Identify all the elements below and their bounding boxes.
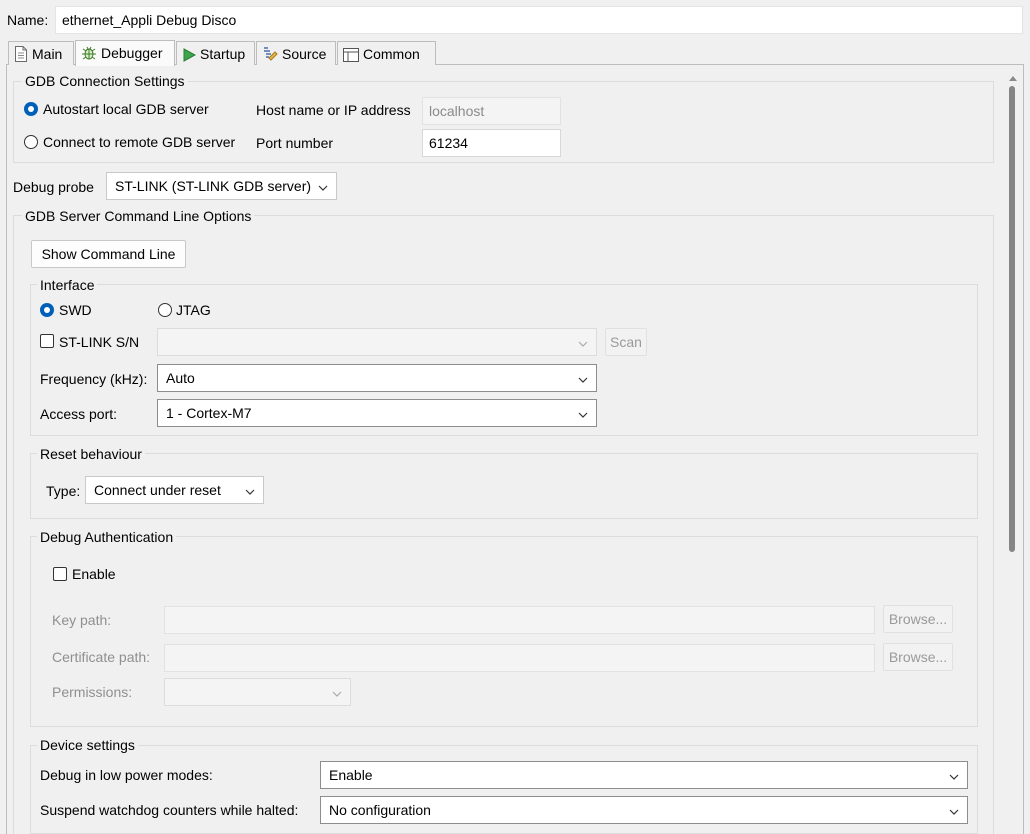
document-icon — [14, 46, 28, 67]
device-settings-title: Device settings — [37, 736, 138, 754]
permissions-select — [164, 678, 351, 706]
reset-type-label: Type: — [46, 483, 81, 499]
key-path-field — [164, 606, 875, 634]
swd-label[interactable]: SWD — [59, 301, 92, 319]
stlink-sn-label[interactable]: ST-LINK S/N — [59, 333, 139, 351]
key-path-label: Key path: — [52, 612, 112, 628]
play-icon — [182, 47, 197, 67]
tab-main[interactable]: Main — [8, 41, 74, 65]
tab-source[interactable]: Source — [256, 41, 336, 65]
permissions-label: Permissions: — [52, 684, 133, 700]
tab-startup-label: Startup — [200, 46, 246, 62]
debug-probe-value: ST-LINK (ST-LINK GDB server) — [115, 178, 312, 194]
chevron-down-icon — [577, 336, 589, 348]
tab-debugger-label: Debugger — [101, 45, 163, 61]
tab-debugger[interactable]: Debugger — [75, 40, 175, 66]
scrollbar-thumb[interactable] — [1009, 86, 1015, 552]
debug-probe-select[interactable]: ST-LINK (ST-LINK GDB server) — [106, 172, 337, 200]
source-icon — [262, 46, 278, 67]
debug-auth-title: Debug Authentication — [37, 528, 177, 546]
table-icon — [343, 47, 359, 67]
stlink-sn-select — [157, 328, 597, 356]
tab-common-label: Common — [363, 46, 420, 62]
interface-title: Interface — [37, 276, 98, 294]
key-path-browse-button: Browse... — [883, 605, 953, 633]
low-power-select[interactable]: Enable — [320, 761, 968, 789]
low-power-label: Debug in low power modes: — [40, 767, 213, 783]
port-value: 61234 — [429, 135, 468, 151]
autostart-label[interactable]: Autostart local GDB server — [43, 100, 209, 118]
host-field: localhost — [422, 97, 561, 125]
chevron-down-icon — [331, 686, 343, 698]
gdb-connection-title: GDB Connection Settings — [22, 72, 188, 90]
watchdog-label: Suspend watchdog counters while halted: — [40, 802, 299, 818]
chevron-down-icon — [577, 372, 589, 384]
host-label: Host name or IP address — [256, 102, 411, 118]
certificate-path-field — [164, 644, 875, 672]
tab-startup[interactable]: Startup — [176, 41, 255, 65]
name-label: Name: — [7, 12, 49, 28]
scroll-up-arrow-icon[interactable] — [1007, 70, 1019, 86]
scan-button: Scan — [605, 328, 647, 356]
access-port-label: Access port: — [40, 406, 118, 422]
tab-main-label: Main — [32, 46, 63, 62]
jtag-label[interactable]: JTAG — [176, 301, 211, 319]
certificate-path-label: Certificate path: — [52, 649, 151, 665]
vertical-scrollbar[interactable] — [1004, 66, 1022, 834]
bug-icon — [81, 45, 97, 66]
low-power-value: Enable — [329, 767, 373, 783]
chevron-down-icon — [948, 804, 960, 816]
remote-gdb-label[interactable]: Connect to remote GDB server — [43, 133, 235, 151]
configuration-name-value: ethernet_Appli Debug Disco — [62, 12, 237, 28]
access-port-select[interactable]: 1 - Cortex-M7 — [157, 399, 597, 427]
stlink-sn-checkbox[interactable] — [40, 334, 54, 348]
port-label: Port number — [256, 135, 334, 151]
swd-radio[interactable] — [40, 303, 54, 317]
configuration-name-field[interactable]: ethernet_Appli Debug Disco — [55, 6, 1023, 34]
remote-gdb-radio[interactable] — [24, 135, 38, 149]
debug-auth-enable-label[interactable]: Enable — [72, 565, 116, 583]
debug-probe-label: Debug probe — [13, 179, 94, 195]
reset-behaviour-title: Reset behaviour — [37, 445, 145, 463]
reset-type-select[interactable]: Connect under reset — [85, 476, 264, 504]
debug-auth-enable-checkbox[interactable] — [53, 567, 67, 581]
host-value: localhost — [429, 103, 485, 119]
certificate-browse-button: Browse... — [883, 643, 953, 671]
tab-common[interactable]: Common — [337, 41, 436, 65]
reset-type-value: Connect under reset — [94, 482, 221, 498]
chevron-down-icon — [317, 180, 329, 192]
frequency-select[interactable]: Auto — [157, 364, 597, 392]
frequency-value: Auto — [166, 370, 195, 386]
chevron-down-icon — [577, 407, 589, 419]
port-field[interactable]: 61234 — [422, 129, 561, 157]
show-command-line-button[interactable]: Show Command Line — [31, 240, 186, 268]
jtag-radio[interactable] — [158, 303, 172, 317]
autostart-radio[interactable] — [24, 102, 38, 116]
tab-source-label: Source — [282, 46, 327, 62]
watchdog-select[interactable]: No configuration — [320, 796, 968, 824]
frequency-label: Frequency (kHz): — [40, 371, 148, 387]
gdb-server-options-title: GDB Server Command Line Options — [22, 207, 255, 225]
chevron-down-icon — [948, 769, 960, 781]
watchdog-value: No configuration — [329, 802, 431, 818]
chevron-down-icon — [244, 484, 256, 496]
access-port-value: 1 - Cortex-M7 — [166, 405, 252, 421]
